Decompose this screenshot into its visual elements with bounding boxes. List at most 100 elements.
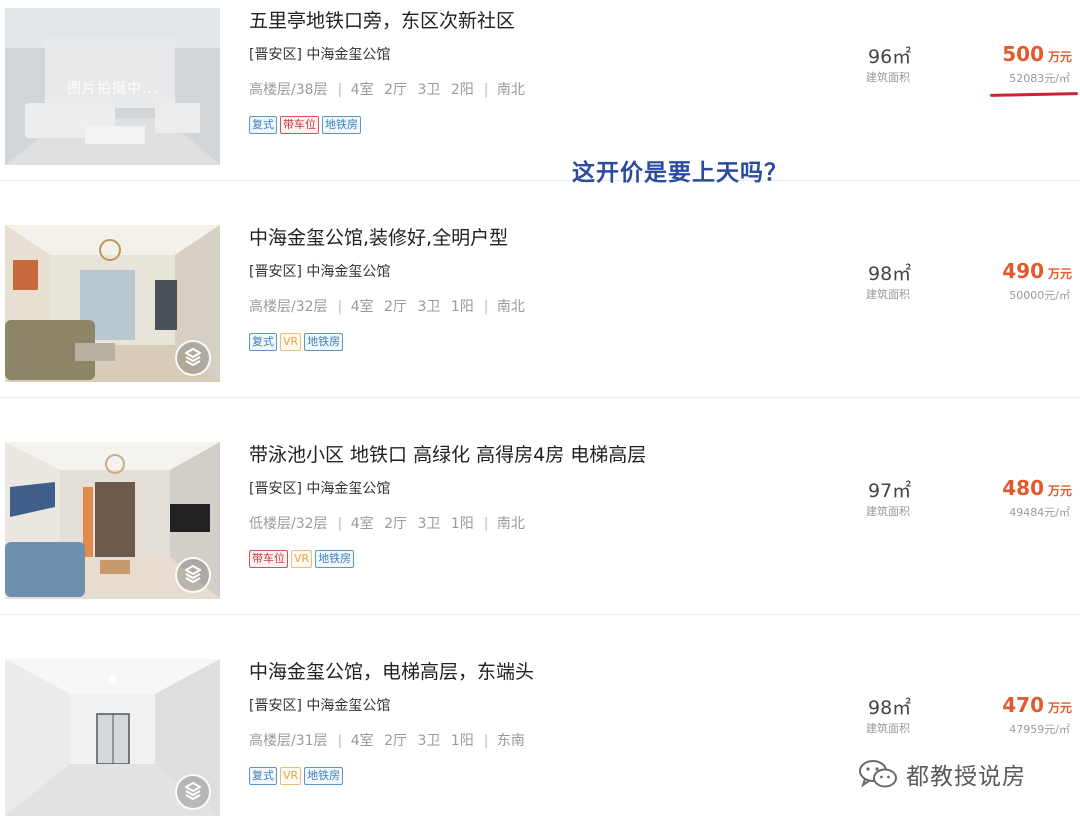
baths-info: 3卫	[417, 299, 441, 315]
listing-photo[interactable]	[5, 225, 220, 382]
baths-info: 3卫	[417, 82, 441, 98]
listing-title[interactable]: 带泳池小区 地铁口 高绿化 高得房4房 电梯高层	[249, 440, 646, 467]
total-price: 500 万元	[1002, 42, 1072, 66]
unit-price: 49484元/㎡	[1009, 506, 1070, 519]
tag-vr: VR	[280, 333, 302, 351]
annotation-text: 这开价是要上天吗？	[572, 160, 788, 186]
divider: |	[337, 299, 343, 315]
halls-info: 2厅	[384, 82, 407, 98]
tag-metro: 地铁房	[315, 550, 355, 568]
floor-info: 高楼层/32层	[249, 299, 328, 315]
listing-title[interactable]: 中海金玺公馆,装修好,全明户型	[249, 223, 508, 250]
baths-info: 3卫	[417, 733, 441, 749]
listing-tags: 带车位 VR 地铁房	[249, 550, 357, 568]
vr-panorama-icon[interactable]	[175, 774, 211, 810]
listing-photo[interactable]: 图片拍摄中...	[5, 8, 220, 165]
halls-info: 2厅	[384, 299, 407, 315]
total-price: 490 万元	[1002, 259, 1072, 283]
price-unit: 万元	[1047, 267, 1072, 281]
district-label: [晋安区]	[249, 264, 302, 280]
price-number: 500	[1002, 42, 1044, 66]
orientation-info: 南北	[496, 299, 525, 315]
divider: |	[337, 516, 343, 532]
handdrawn-underline	[989, 92, 1079, 97]
divider: |	[337, 733, 343, 749]
floor-info: 高楼层/31层	[249, 733, 328, 749]
total-price: 470 万元	[1002, 693, 1072, 717]
listing-attributes: 高楼层/38层 | 4室 2厅 3卫 2阳 | 南北	[249, 79, 525, 99]
district-label: [晋安区]	[249, 698, 302, 714]
balconies-info: 1阳	[450, 516, 474, 532]
community-link[interactable]: 中海金玺公馆	[306, 698, 390, 714]
listing-title[interactable]: 中海金玺公馆，电梯高层，东端头	[249, 657, 534, 684]
listing-location[interactable]: [晋安区] 中海金玺公馆	[249, 261, 390, 281]
balconies-info: 2阳	[450, 82, 474, 98]
area-label: 建筑面积	[866, 71, 910, 84]
wechat-icon	[859, 760, 897, 788]
orientation-info: 东南	[496, 733, 525, 749]
price-number: 490	[1002, 259, 1044, 283]
watermark: 都教授说房	[858, 756, 1026, 792]
orientation-info: 南北	[496, 516, 525, 532]
unit-price: 52083元/㎡	[1009, 72, 1070, 85]
listing-photo[interactable]	[5, 442, 220, 599]
divider: |	[483, 733, 489, 749]
tag-vr: VR	[291, 550, 313, 568]
unit-price: 50000元/㎡	[1009, 289, 1070, 302]
community-link[interactable]: 中海金玺公馆	[306, 481, 390, 497]
balconies-info: 1阳	[450, 299, 474, 315]
listing-attributes: 高楼层/32层 | 4室 2厅 3卫 1阳 | 南北	[249, 296, 525, 316]
price-unit: 万元	[1047, 484, 1072, 498]
divider: |	[483, 516, 489, 532]
listing-location[interactable]: [晋安区] 中海金玺公馆	[249, 695, 390, 715]
area-value: 98㎡	[868, 263, 912, 285]
price-number: 470	[1002, 693, 1044, 717]
area-value: 96㎡	[868, 46, 912, 68]
tag-duplex: 复式	[249, 333, 277, 351]
listing-tags: 复式 VR 地铁房	[249, 333, 346, 351]
price-unit: 万元	[1047, 701, 1072, 715]
listing-tags: 复式 VR 地铁房	[249, 767, 346, 785]
listing-location[interactable]: [晋安区] 中海金玺公馆	[249, 44, 390, 64]
district-label: [晋安区]	[249, 481, 302, 497]
tag-duplex: 复式	[249, 767, 277, 785]
tag-metro: 地铁房	[322, 116, 361, 134]
divider: |	[483, 82, 489, 98]
rooms-info: 4室	[350, 299, 374, 315]
area-value: 98㎡	[868, 697, 912, 719]
vr-panorama-icon[interactable]	[175, 557, 211, 593]
listing-card[interactable]: 图片拍摄中... 五里亭地铁口旁，东区次新社区 [晋安区] 中海金玺公馆 高楼层…	[0, 0, 1080, 181]
tag-metro: 地铁房	[304, 767, 344, 785]
floor-info: 低楼层/32层	[249, 516, 328, 532]
vr-panorama-icon[interactable]	[175, 340, 211, 376]
halls-info: 2厅	[384, 516, 407, 532]
listing-card[interactable]: 带泳池小区 地铁口 高绿化 高得房4房 电梯高层 [晋安区] 中海金玺公馆 低楼…	[0, 434, 1080, 615]
tag-metro: 地铁房	[304, 333, 344, 351]
listing-photo[interactable]	[5, 659, 220, 816]
unit-price: 47959元/㎡	[1009, 723, 1070, 736]
community-link[interactable]: 中海金玺公馆	[306, 47, 390, 63]
community-link[interactable]: 中海金玺公馆	[306, 264, 390, 280]
tag-parking: 带车位	[249, 550, 288, 568]
listing-tags: 复式 带车位 地铁房	[249, 116, 364, 134]
balconies-info: 1阳	[450, 733, 474, 749]
baths-info: 3卫	[417, 516, 441, 532]
rooms-info: 4室	[350, 82, 374, 98]
orientation-info: 南北	[496, 82, 525, 98]
tag-duplex: 复式	[249, 116, 277, 134]
divider: |	[337, 82, 343, 98]
area-label: 建筑面积	[866, 722, 910, 735]
listing-card[interactable]: 中海金玺公馆，电梯高层，东端头 [晋安区] 中海金玺公馆 高楼层/31层 | 4室…	[0, 651, 1080, 831]
floor-info: 高楼层/38层	[249, 82, 328, 98]
listing-card[interactable]: 中海金玺公馆,装修好,全明户型 [晋安区] 中海金玺公馆 高楼层/32层 | 4室…	[0, 217, 1080, 398]
listing-attributes: 高楼层/31层 | 4室 2厅 3卫 1阳 | 东南	[249, 730, 525, 750]
price-number: 480	[1002, 476, 1044, 500]
listing-location[interactable]: [晋安区] 中海金玺公馆	[249, 478, 390, 498]
area-value: 97㎡	[868, 480, 912, 502]
listing-title[interactable]: 五里亭地铁口旁，东区次新社区	[249, 6, 515, 33]
total-price: 480 万元	[1002, 476, 1072, 500]
rooms-info: 4室	[350, 733, 374, 749]
rooms-info: 4室	[350, 516, 374, 532]
area-label: 建筑面积	[866, 288, 910, 301]
price-unit: 万元	[1047, 50, 1072, 64]
